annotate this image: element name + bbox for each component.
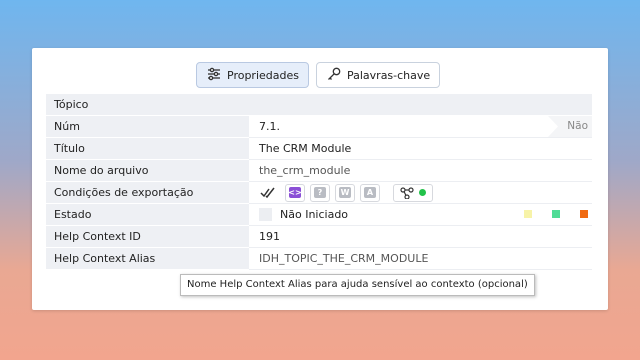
word-icon[interactable]: W xyxy=(335,183,355,202)
filename-label: Nome do arquivo xyxy=(46,160,249,182)
title-value: The CRM Module xyxy=(259,141,352,155)
help-alias-field[interactable]: IDH_TOPIC_THE_CRM_MODULE xyxy=(249,248,592,270)
row-title: Título The CRM Module xyxy=(46,138,592,160)
tab-properties-label: Propriedades xyxy=(227,68,299,82)
export-label: Condições de exportação xyxy=(46,182,249,204)
checkmark-icon[interactable] xyxy=(259,184,277,201)
help-id-label: Help Context ID xyxy=(46,226,249,248)
row-filename: Nome do arquivo the_crm_module xyxy=(46,160,592,182)
workflow-icon[interactable] xyxy=(393,183,433,202)
filename-value: the_crm_module xyxy=(259,163,351,177)
section-header: Tópico xyxy=(46,94,592,116)
row-num: Núm 7.1. Não xyxy=(46,116,592,138)
tab-properties[interactable]: Propriedades xyxy=(196,62,309,88)
help-id-field[interactable]: 191 xyxy=(249,226,592,248)
row-help-id: Help Context ID 191 xyxy=(46,226,592,248)
num-value-cell[interactable]: 7.1. Não xyxy=(249,116,592,138)
row-export: Condições de exportação <> ? W A xyxy=(46,182,592,204)
help-id-value: 191 xyxy=(259,229,280,243)
properties-grid: Tópico Núm 7.1. Não Título The CRM Modul… xyxy=(46,94,592,270)
status-dot xyxy=(419,189,426,196)
export-conditions: <> ? W A xyxy=(249,182,592,204)
tooltip: Nome Help Context Alias para ajuda sensí… xyxy=(180,274,535,296)
title-field[interactable]: The CRM Module xyxy=(249,138,592,160)
row-status: Estado Não Iniciado xyxy=(46,204,592,226)
tab-keywords-label: Palavras-chave xyxy=(346,68,431,82)
num-badge[interactable]: Não xyxy=(548,116,592,137)
help-alias-value: IDH_TOPIC_THE_CRM_MODULE xyxy=(259,251,429,265)
tab-bar: Propriedades Palavras-chave xyxy=(196,62,441,88)
status-field[interactable]: Não Iniciado xyxy=(249,204,592,226)
num-label: Núm xyxy=(46,116,249,138)
row-help-alias: Help Context Alias IDH_TOPIC_THE_CRM_MOD… xyxy=(46,248,592,270)
status-color-orange[interactable] xyxy=(580,210,588,218)
properties-panel: Propriedades Palavras-chave Tópico Núm 7… xyxy=(32,48,608,310)
status-value: Não Iniciado xyxy=(280,207,349,221)
status-checkbox[interactable] xyxy=(259,208,272,221)
help-icon[interactable]: ? xyxy=(310,183,330,202)
tab-keywords[interactable]: Palavras-chave xyxy=(315,62,441,88)
status-color-green[interactable] xyxy=(552,210,560,218)
filename-field[interactable]: the_crm_module xyxy=(249,160,592,182)
key-icon xyxy=(326,66,342,85)
sliders-icon xyxy=(206,66,222,85)
section-header-row: Tópico xyxy=(46,94,592,116)
num-value: 7.1. xyxy=(259,119,280,133)
help-alias-label: Help Context Alias xyxy=(46,248,249,270)
pdf-icon[interactable]: A xyxy=(360,183,380,202)
code-icon[interactable]: <> xyxy=(285,183,305,202)
status-color-yellow[interactable] xyxy=(524,210,532,218)
title-label: Título xyxy=(46,138,249,160)
status-label: Estado xyxy=(46,204,249,226)
